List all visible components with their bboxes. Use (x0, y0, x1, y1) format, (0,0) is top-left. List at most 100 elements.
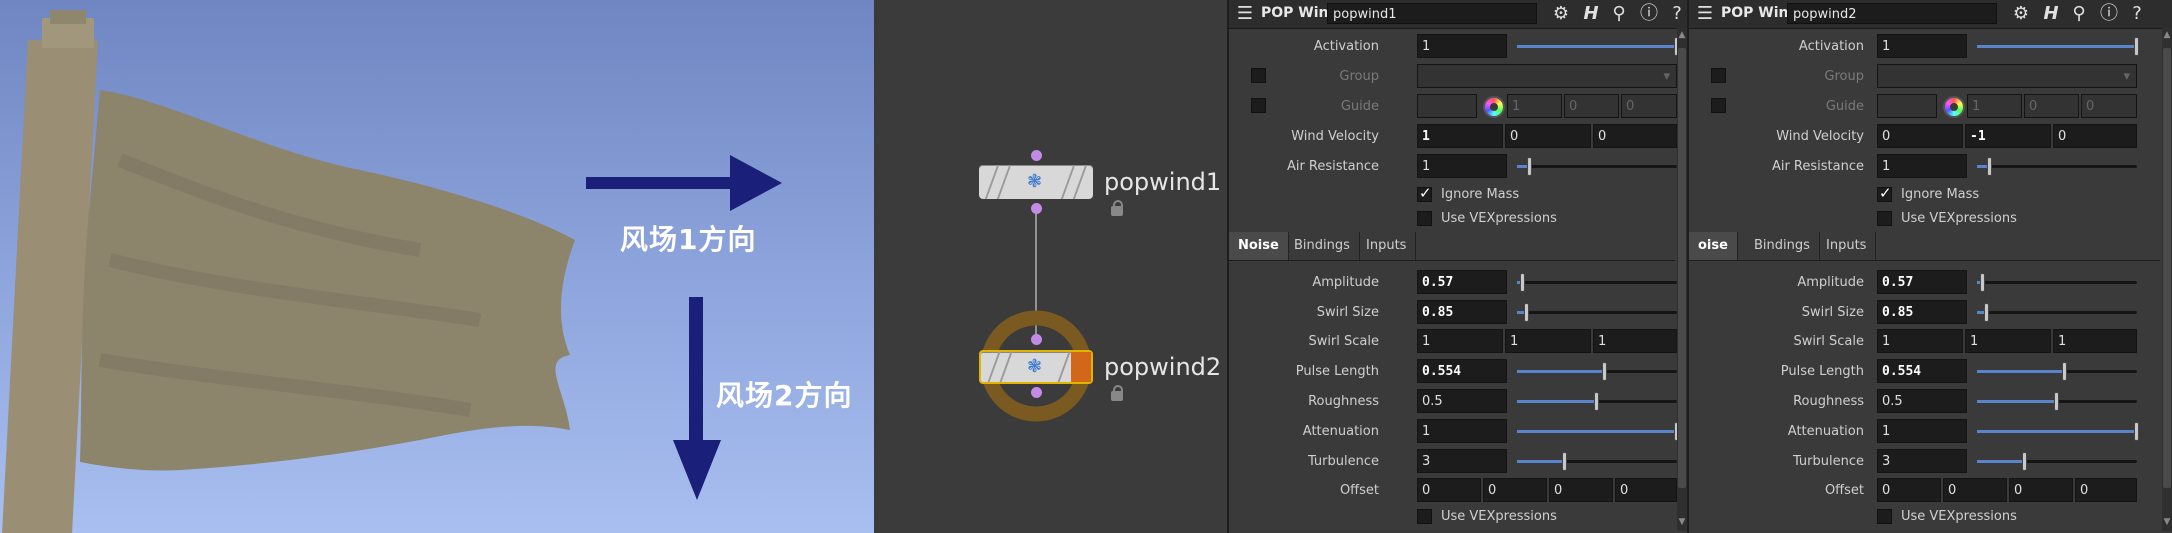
use-vexpressions-checkbox[interactable] (1877, 211, 1892, 226)
swirl-size-slider[interactable] (1977, 303, 2137, 322)
turbulence-slider[interactable] (1517, 452, 1677, 471)
node1-output-port[interactable] (1031, 203, 1042, 214)
panel-scrollbar[interactable] (2162, 28, 2172, 531)
amplitude-slider[interactable] (1517, 273, 1677, 292)
scroll-up-icon[interactable]: ▲ (1677, 30, 1687, 42)
help-icon[interactable]: ? (1667, 4, 1687, 24)
offset-y[interactable]: 0 (1483, 478, 1547, 502)
tab-oise[interactable]: oise (1689, 232, 1738, 260)
air-resistance-field[interactable]: 1 (1417, 154, 1507, 178)
dropdown-arrow-icon[interactable]: ▾ (2123, 65, 2130, 89)
info-icon[interactable]: ⓘ (2099, 4, 2119, 24)
turbulence-slider[interactable] (1977, 452, 2137, 471)
help-h-icon[interactable]: H (2041, 4, 2061, 24)
amplitude-field[interactable]: 0.57 (1877, 270, 1967, 294)
search-icon[interactable]: ⚲ (2069, 4, 2089, 24)
offset-x[interactable]: 0 (1417, 478, 1481, 502)
offset-x[interactable]: 0 (1877, 478, 1941, 502)
wind-velocity-y[interactable]: -1 (1965, 124, 2051, 148)
wind-velocity-y[interactable]: 0 (1505, 124, 1591, 148)
swirl-size-slider[interactable] (1517, 303, 1677, 322)
swirl-scale-x[interactable]: 1 (1417, 329, 1503, 353)
use-vexpressions-2-checkbox[interactable] (1417, 509, 1432, 524)
color-wheel-icon[interactable] (1483, 96, 1505, 118)
air-resistance-slider[interactable] (1517, 157, 1677, 176)
activation-slider[interactable] (1517, 37, 1679, 56)
node2-input-port[interactable] (1031, 334, 1042, 345)
tab-inputs[interactable]: Inputs (1357, 232, 1417, 260)
swirl-scale-y[interactable]: 1 (1505, 329, 1591, 353)
swirl-scale-z[interactable]: 1 (1593, 329, 1677, 353)
tab-bindings[interactable]: Bindings (1745, 232, 1820, 260)
turbulence-field[interactable]: 3 (1877, 449, 1967, 473)
pulse-length-field[interactable]: 0.554 (1417, 359, 1507, 383)
tab-bindings[interactable]: Bindings (1285, 232, 1360, 260)
guide-r[interactable]: 1 (1507, 94, 1562, 118)
amplitude-slider[interactable] (1977, 273, 2137, 292)
use-vexpressions-checkbox[interactable] (1417, 211, 1432, 226)
dropdown-arrow-icon[interactable]: ▾ (1663, 65, 1670, 89)
panel-scrollbar[interactable] (1677, 28, 1687, 531)
display-flag[interactable] (1071, 352, 1091, 382)
node1-input-port[interactable] (1031, 150, 1042, 161)
air-resistance-slider[interactable] (1977, 157, 2137, 176)
attenuation-field[interactable]: 1 (1417, 419, 1507, 443)
offset-z[interactable]: 0 (1549, 478, 1613, 502)
air-resistance-field[interactable]: 1 (1877, 154, 1967, 178)
tab-noise[interactable]: Noise (1229, 232, 1289, 260)
gear-icon[interactable]: ⚙ (1551, 4, 1571, 24)
guide-b[interactable]: 0 (2081, 94, 2137, 118)
parameter-panel-1[interactable]: ☰ POP Wind popwind1 ⚙ H ⚲ ⓘ ? Activation… (1227, 0, 1689, 533)
wind-velocity-x[interactable]: 1 (1417, 124, 1503, 148)
node-type-icon[interactable]: ☰ (1695, 4, 1715, 24)
roughness-field[interactable]: 0.5 (1417, 389, 1507, 413)
ignore-mass-checkbox[interactable] (1417, 184, 1432, 202)
color-wheel-icon[interactable] (1943, 96, 1965, 118)
search-icon[interactable]: ⚲ (1609, 4, 1629, 24)
group-field[interactable]: ▾ (1877, 64, 2137, 88)
help-h-icon[interactable]: H (1581, 4, 1601, 24)
roughness-slider[interactable] (1977, 392, 2137, 411)
attenuation-field[interactable]: 1 (1877, 419, 1967, 443)
swirl-size-field[interactable]: 0.85 (1877, 300, 1967, 324)
node-type-icon[interactable]: ☰ (1235, 4, 1255, 24)
pulse-length-field[interactable]: 0.554 (1877, 359, 1967, 383)
activation-field[interactable]: 1 (1877, 34, 1967, 58)
scroll-down-icon[interactable]: ▼ (1677, 517, 1687, 529)
node-name-field[interactable]: popwind2 (1787, 3, 1997, 24)
roughness-field[interactable]: 0.5 (1877, 389, 1967, 413)
scroll-down-icon[interactable]: ▼ (2162, 517, 2172, 529)
turbulence-field[interactable]: 3 (1417, 449, 1507, 473)
info-icon[interactable]: ⓘ (1639, 4, 1659, 24)
pulse-length-slider[interactable] (1517, 362, 1677, 381)
network-editor[interactable]: ❃ popwind1 ❃ popwind2 (879, 0, 1227, 533)
roughness-slider[interactable] (1517, 392, 1677, 411)
swirl-size-field[interactable]: 0.85 (1417, 300, 1507, 324)
guide-toggle[interactable] (1711, 98, 1726, 113)
wind-velocity-x[interactable]: 0 (1877, 124, 1963, 148)
use-vexpressions-2-checkbox[interactable] (1877, 509, 1892, 524)
activation-field[interactable]: 1 (1417, 34, 1507, 58)
guide-g[interactable]: 0 (2024, 94, 2079, 118)
guide-g[interactable]: 0 (1564, 94, 1619, 118)
offset-w[interactable]: 0 (1615, 478, 1677, 502)
attenuation-slider[interactable] (1517, 422, 1679, 441)
wind-velocity-z[interactable]: 0 (1593, 124, 1677, 148)
lock-icon[interactable] (1111, 200, 1123, 216)
scroll-up-icon[interactable]: ▲ (2162, 30, 2172, 42)
ignore-mass-checkbox[interactable] (1877, 184, 1892, 202)
help-icon[interactable]: ? (2127, 4, 2147, 24)
lock-icon[interactable] (1111, 385, 1123, 401)
attenuation-slider[interactable] (1977, 422, 2139, 441)
swirl-scale-x[interactable]: 1 (1877, 329, 1963, 353)
scene-viewport[interactable]: 风场1方向 风场2方向 (0, 0, 877, 533)
swirl-scale-z[interactable]: 1 (2053, 329, 2137, 353)
offset-y[interactable]: 0 (1943, 478, 2007, 502)
group-toggle[interactable] (1251, 68, 1266, 83)
wind-velocity-z[interactable]: 0 (2053, 124, 2137, 148)
pulse-length-slider[interactable] (1977, 362, 2137, 381)
amplitude-field[interactable]: 0.57 (1417, 270, 1507, 294)
guide-r[interactable]: 1 (1967, 94, 2022, 118)
guide-toggle[interactable] (1251, 98, 1266, 113)
parameter-panel-2[interactable]: ☰ POP Wind popwind2 ⚙ H ⚲ ⓘ ? Activation… (1687, 0, 2172, 533)
